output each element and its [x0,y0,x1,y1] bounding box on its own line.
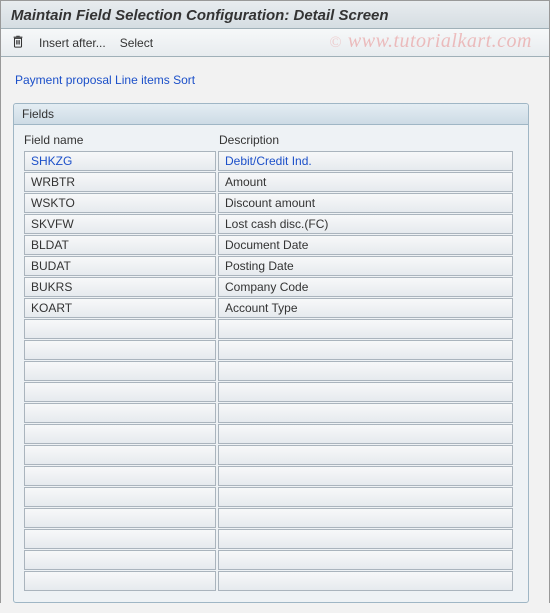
trash-icon [11,34,25,51]
field-name-cell[interactable]: SHKZG [24,151,216,171]
panel-header: Fields [14,104,528,125]
field-name-cell[interactable] [24,445,216,465]
toolbar: Insert after... Select [1,29,549,57]
table-row[interactable]: BUDATPosting Date [24,256,518,276]
table-row[interactable] [24,571,518,591]
rows-container: SHKZGDebit/Credit Ind.WRBTRAmountWSKTODi… [24,151,518,591]
col-header-description: Description [219,133,518,147]
table-row[interactable]: WRBTRAmount [24,172,518,192]
table-row[interactable] [24,466,518,486]
field-name-cell[interactable] [24,361,216,381]
description-cell[interactable]: Company Code [218,277,513,297]
delete-button[interactable] [11,34,25,51]
select-label: Select [120,36,153,50]
field-name-cell[interactable] [24,487,216,507]
field-name-cell[interactable]: BLDAT [24,235,216,255]
field-name-cell[interactable] [24,382,216,402]
description-cell[interactable] [218,466,513,486]
field-name-cell[interactable] [24,340,216,360]
window: Maintain Field Selection Configuration: … [0,0,550,603]
description-cell[interactable]: Account Type [218,298,513,318]
table-row[interactable] [24,340,518,360]
table-row[interactable] [24,382,518,402]
table-row[interactable] [24,424,518,444]
description-cell[interactable] [218,361,513,381]
table-row[interactable] [24,445,518,465]
table-row[interactable] [24,403,518,423]
description-cell[interactable] [218,319,513,339]
table-row[interactable]: KOARTAccount Type [24,298,518,318]
description-cell[interactable]: Debit/Credit Ind. [218,151,513,171]
select-button[interactable]: Select [120,36,153,50]
insert-after-label: Insert after... [39,36,106,50]
panel-body: Field name Description SHKZGDebit/Credit… [14,125,528,602]
field-name-cell[interactable]: BUKRS [24,277,216,297]
fields-panel: Fields Field name Description SHKZGDebit… [13,103,529,603]
description-cell[interactable] [218,487,513,507]
description-cell[interactable] [218,382,513,402]
description-cell[interactable] [218,340,513,360]
description-cell[interactable] [218,445,513,465]
field-name-cell[interactable] [24,319,216,339]
page-title: Maintain Field Selection Configuration: … [1,1,549,29]
description-cell[interactable] [218,508,513,528]
table-row[interactable]: SHKZGDebit/Credit Ind. [24,151,518,171]
description-cell[interactable]: Amount [218,172,513,192]
table-row[interactable]: BUKRSCompany Code [24,277,518,297]
field-name-cell[interactable] [24,508,216,528]
description-cell[interactable] [218,571,513,591]
field-name-cell[interactable]: KOART [24,298,216,318]
description-cell[interactable] [218,403,513,423]
column-headers: Field name Description [24,131,518,151]
field-name-cell[interactable]: BUDAT [24,256,216,276]
description-cell[interactable]: Discount amount [218,193,513,213]
table-row[interactable]: WSKTODiscount amount [24,193,518,213]
table-row[interactable] [24,529,518,549]
field-name-cell[interactable]: WRBTR [24,172,216,192]
description-cell[interactable] [218,550,513,570]
description-cell[interactable]: Document Date [218,235,513,255]
panel-title: Fields [22,107,54,121]
table-row[interactable]: SKVFWLost cash disc.(FC) [24,214,518,234]
description-cell[interactable] [218,529,513,549]
breadcrumb-text: Payment proposal Line items Sort [15,73,195,87]
description-cell[interactable]: Posting Date [218,256,513,276]
description-cell[interactable]: Lost cash disc.(FC) [218,214,513,234]
field-name-cell[interactable] [24,424,216,444]
table-row[interactable] [24,319,518,339]
table-row[interactable] [24,487,518,507]
table-row[interactable] [24,550,518,570]
table-row[interactable] [24,361,518,381]
field-name-cell[interactable]: WSKTO [24,193,216,213]
table-row[interactable] [24,508,518,528]
field-name-cell[interactable] [24,403,216,423]
field-name-cell[interactable] [24,529,216,549]
title-text: Maintain Field Selection Configuration: … [11,7,389,24]
field-name-cell[interactable]: SKVFW [24,214,216,234]
breadcrumb: Payment proposal Line items Sort [13,67,537,103]
table-row[interactable]: BLDATDocument Date [24,235,518,255]
description-cell[interactable] [218,424,513,444]
body-area: Payment proposal Line items Sort Fields … [1,57,549,613]
field-name-cell[interactable] [24,550,216,570]
field-name-cell[interactable] [24,466,216,486]
insert-after-button[interactable]: Insert after... [39,36,106,50]
field-name-cell[interactable] [24,571,216,591]
col-header-fieldname: Field name [24,133,219,147]
